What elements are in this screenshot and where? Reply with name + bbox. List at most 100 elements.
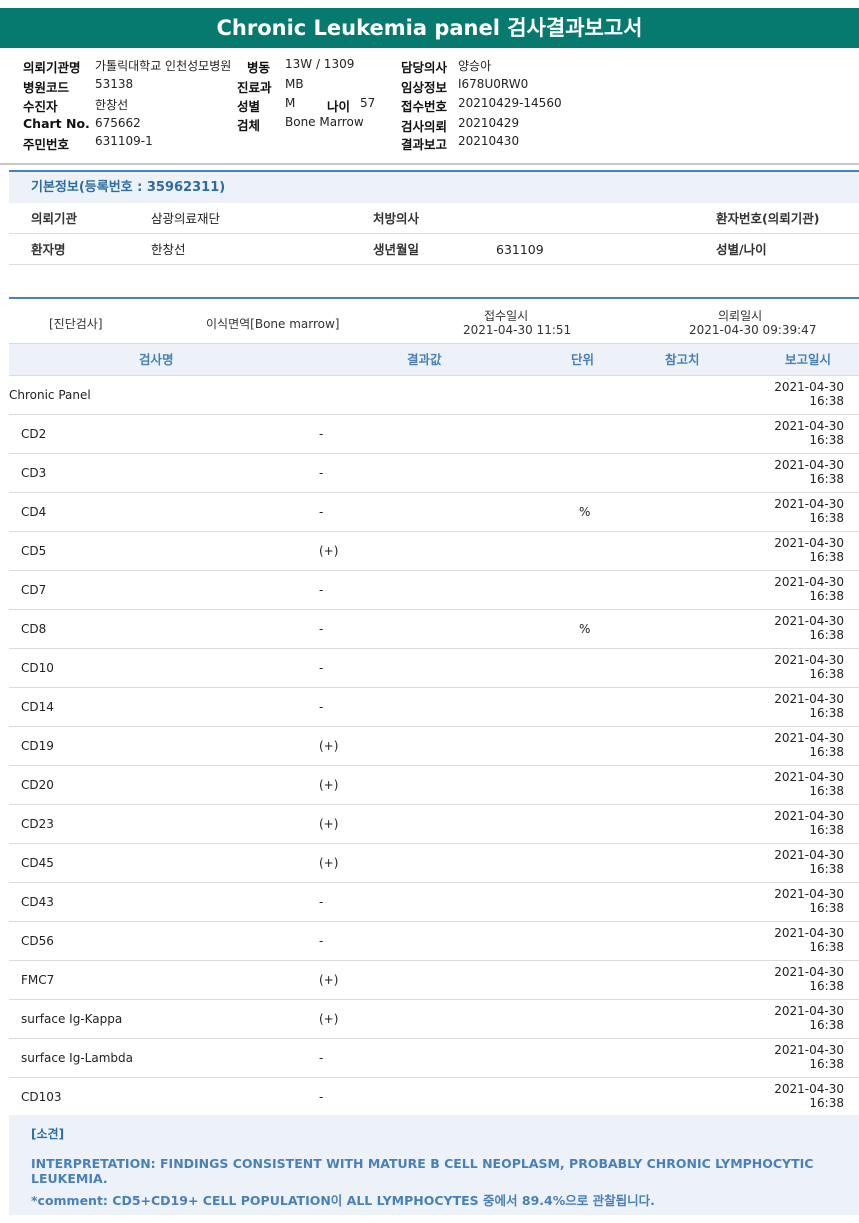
requested-value: 2021-04-30 09:39:47 (689, 323, 817, 337)
results-table-header: 검사명 결과값 단위 참고치 보고일시 (9, 343, 859, 376)
dept-value: MB (285, 77, 304, 91)
report-time: 16:38 (809, 472, 844, 486)
result-row: CD4 -% 2021-04-30 16:38 (9, 493, 859, 532)
request-label: 검사의뢰 (401, 119, 448, 134)
unit-value: % (579, 622, 591, 636)
test-name: CD14 (21, 700, 54, 714)
report-title: Chronic Leukemia panel 검사결과보고서 (0, 8, 859, 48)
exam-type: [진단검사] (49, 317, 103, 331)
report-datetime: 2021-04-30 16:38 (769, 380, 844, 408)
test-name: CD2 (21, 427, 47, 441)
result-row: CD103 - 2021-04-30 16:38 (9, 1078, 859, 1117)
report-date: 2021-04-30 (774, 653, 844, 667)
resident-no-value: 631109-1 (95, 134, 153, 148)
result-value: - (319, 934, 324, 948)
result-row: CD45 (+) 2021-04-30 16:38 (9, 844, 859, 883)
result-value: - (319, 427, 324, 441)
examinee-value: 한창선 (95, 98, 129, 112)
specimen-label: 검체 (237, 118, 261, 133)
requested-label: 의뢰일시 (718, 309, 763, 323)
report-date: 2021-04-30 (774, 809, 844, 823)
receipt-no-label: 접수번호 (401, 99, 448, 114)
hospital-code-value: 53138 (95, 77, 134, 91)
received-value: 2021-04-30 11:51 (463, 323, 572, 337)
col-result: 결과값 (407, 352, 442, 367)
test-name: surface Ig-Kappa (21, 1012, 123, 1026)
prescriber-key: 처방의사 (373, 211, 420, 226)
report-datetime: 2021-04-30 16:38 (769, 653, 844, 681)
test-name: CD3 (21, 466, 47, 480)
report-datetime: 2021-04-30 16:38 (769, 1004, 844, 1032)
sex-value: M (285, 96, 296, 110)
result-row: FMC7 (+) 2021-04-30 16:38 (9, 961, 859, 1000)
report-time: 16:38 (809, 823, 844, 837)
patient-name-value: 한창선 (151, 242, 186, 257)
result-row: CD56 - 2021-04-30 16:38 (9, 922, 859, 961)
clinical-info-label: 임상정보 (401, 80, 448, 95)
findings-title: [소견] (31, 1127, 65, 1141)
report-time: 16:38 (809, 1018, 844, 1032)
report-datetime: 2021-04-30 16:38 (769, 1082, 844, 1110)
ward-value: 13W / 1309 (285, 57, 355, 71)
institution-value: 가톨릭대학교 인천성모병원 (95, 59, 232, 73)
report-time: 16:38 (809, 706, 844, 720)
result-row: CD43 - 2021-04-30 16:38 (9, 883, 859, 922)
findings-section: [소견] INTERPRETATION: FINDINGS CONSISTENT… (9, 1115, 859, 1215)
exam-info-line: [진단검사] 이식면역[Bone marrow] 접수일시 2021-04-30… (9, 299, 859, 343)
result-row: CD2 - 2021-04-30 16:38 (9, 415, 859, 454)
report-date: 2021-04-30 (774, 887, 844, 901)
result-row: surface Ig-Lambda - 2021-04-30 16:38 (9, 1039, 859, 1078)
doctor-label: 담당의사 (401, 60, 448, 75)
report-time: 16:38 (809, 394, 844, 408)
birth-date-value: 631109 (496, 242, 544, 257)
report-header: 의뢰기관명 가톨릭대학교 인천성모병원 병동 13W / 1309 담당의사 양… (0, 52, 859, 162)
report-date: 2021-04-30 (774, 692, 844, 706)
results-table-body: Chronic Panel 2021-04-30 16:38 CD2 - 2021-04-… (9, 376, 859, 1117)
report-date-label: 결과보고 (401, 137, 448, 152)
report-datetime: 2021-04-30 16:38 (769, 770, 844, 798)
result-value: (+) (319, 856, 339, 870)
unit-value: % (579, 505, 591, 519)
test-name: CD7 (21, 583, 47, 597)
resident-no-label: 주민번호 (23, 137, 70, 152)
doctor-value: 양승아 (458, 59, 492, 73)
test-name: CD20 (21, 778, 54, 792)
result-value: - (319, 466, 324, 480)
report-datetime: 2021-04-30 16:38 (769, 419, 844, 447)
result-value: (+) (319, 778, 339, 792)
result-value: (+) (319, 739, 339, 753)
result-value: (+) (319, 817, 339, 831)
col-unit: 단위 (571, 352, 595, 367)
results-section: [진단검사] 이식면역[Bone marrow] 접수일시 2021-04-30… (9, 297, 859, 1117)
test-name: surface Ig-Lambda (21, 1051, 133, 1065)
patient-number-key: 환자번호(의뢰기관) (716, 211, 820, 226)
report-time: 16:38 (809, 628, 844, 642)
result-value: - (319, 1090, 324, 1104)
report-datetime: 2021-04-30 16:38 (769, 887, 844, 915)
report-date: 2021-04-30 (774, 614, 844, 628)
report-time: 16:38 (809, 589, 844, 603)
col-report-date: 보고일시 (785, 352, 832, 367)
result-row: Chronic Panel 2021-04-30 16:38 (9, 376, 859, 415)
age-value: 57 (360, 96, 376, 110)
report-datetime: 2021-04-30 16:38 (769, 809, 844, 837)
test-name: FMC7 (21, 973, 55, 987)
test-name: CD56 (21, 934, 54, 948)
report-date: 2021-04-30 (774, 926, 844, 940)
report-datetime: 2021-04-30 16:38 (769, 926, 844, 954)
report-time: 16:38 (809, 667, 844, 681)
report-date: 2021-04-30 (774, 731, 844, 745)
result-row: CD20 (+) 2021-04-30 16:38 (9, 766, 859, 805)
result-value: - (319, 700, 324, 714)
report-datetime: 2021-04-30 16:38 (769, 575, 844, 603)
result-row: CD23 (+) 2021-04-30 16:38 (9, 805, 859, 844)
test-name: CD103 (21, 1090, 62, 1104)
result-row: CD3 - 2021-04-30 16:38 (9, 454, 859, 493)
result-value: - (319, 895, 324, 909)
institution-label: 의뢰기관명 (23, 60, 81, 75)
result-value: - (319, 622, 324, 636)
result-value: - (319, 505, 324, 519)
result-row: CD10 - 2021-04-30 16:38 (9, 649, 859, 688)
col-reference: 참고치 (665, 352, 700, 367)
report-datetime: 2021-04-30 16:38 (769, 614, 844, 642)
